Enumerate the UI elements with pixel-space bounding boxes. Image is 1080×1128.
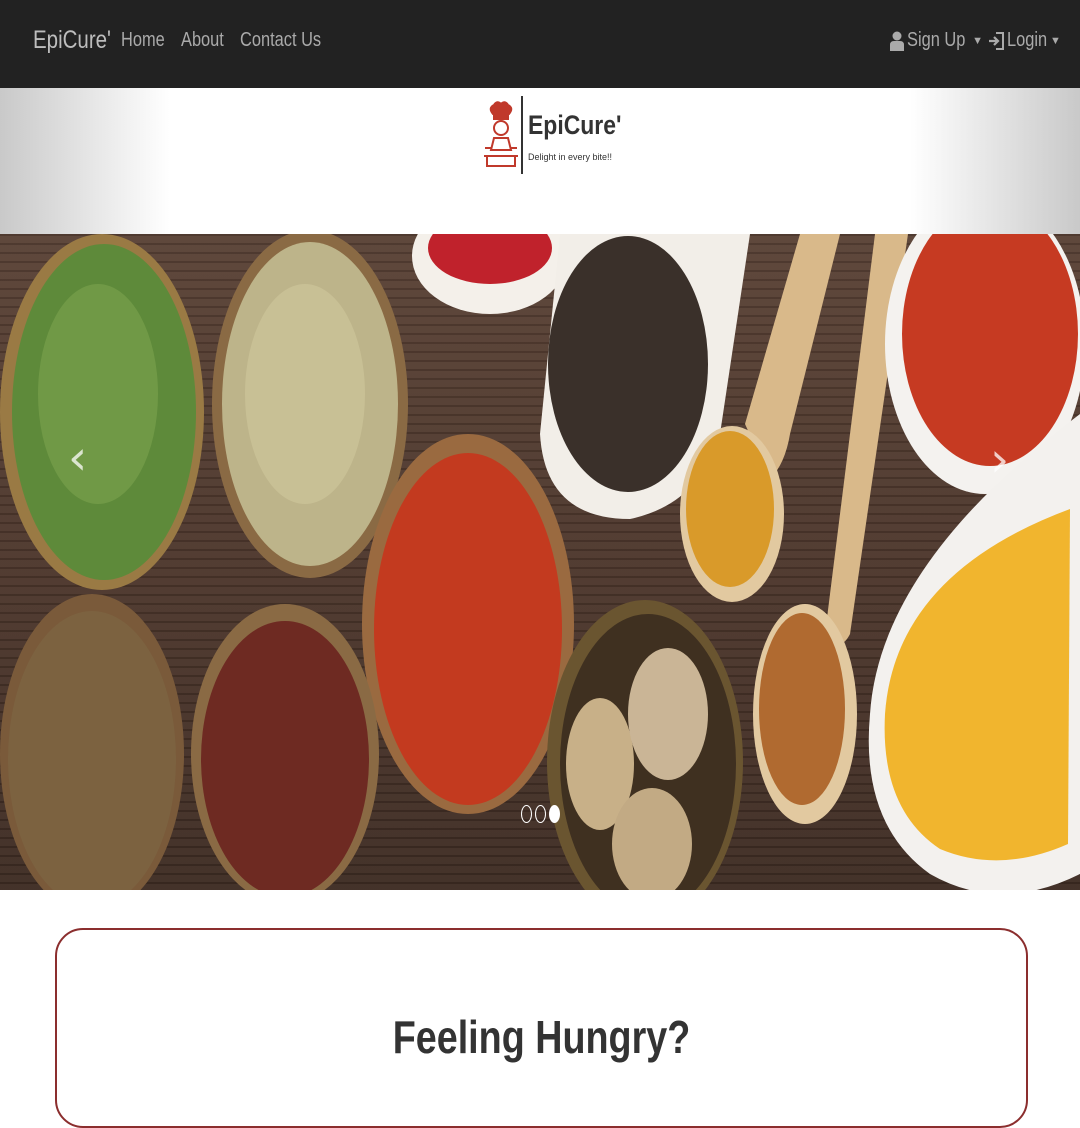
spices-slide-image — [0, 234, 1080, 890]
nav-home-link[interactable]: Home — [121, 29, 165, 52]
caret-down-icon: ▼ — [1049, 34, 1061, 47]
spice-carousel: ‹ › — [0, 234, 1080, 890]
nav-contact-link[interactable]: Contact Us — [240, 29, 321, 52]
login-dropdown[interactable]: Login ▼ — [988, 29, 1061, 52]
epicure-logo: EpiCure' Delight in every bite!! — [480, 96, 621, 191]
login-label: Login — [1007, 29, 1048, 51]
hungry-card: Feeling Hungry? — [55, 928, 1028, 1128]
nav-about-link[interactable]: About — [181, 29, 224, 52]
logo-title: EpiCure' — [528, 110, 622, 140]
brand-link[interactable]: EpiCure' — [33, 26, 111, 55]
carousel-indicators — [521, 805, 560, 823]
carousel-indicator-1[interactable] — [521, 805, 532, 823]
carousel-indicator-3[interactable] — [549, 805, 560, 823]
caret-down-icon: ▼ — [972, 34, 984, 47]
top-navbar: EpiCure' Home About Contact Us Sign Up ▼… — [0, 0, 1080, 88]
signup-dropdown[interactable]: Sign Up ▼ — [890, 29, 983, 52]
carousel-prev-button[interactable]: ‹ — [68, 434, 87, 482]
logo-banner: EpiCure' Delight in every bite!! — [0, 88, 1080, 234]
carousel-indicator-2[interactable] — [535, 805, 546, 823]
chef-icon — [484, 101, 518, 167]
card-title: Feeling Hungry? — [392, 1011, 691, 1063]
signup-label: Sign Up — [907, 29, 966, 51]
logo-tagline: Delight in every bite!! — [528, 152, 613, 162]
user-icon — [890, 31, 904, 51]
carousel-next-button[interactable]: › — [990, 436, 1009, 484]
logo-divider — [521, 96, 523, 174]
login-icon — [989, 31, 1004, 50]
